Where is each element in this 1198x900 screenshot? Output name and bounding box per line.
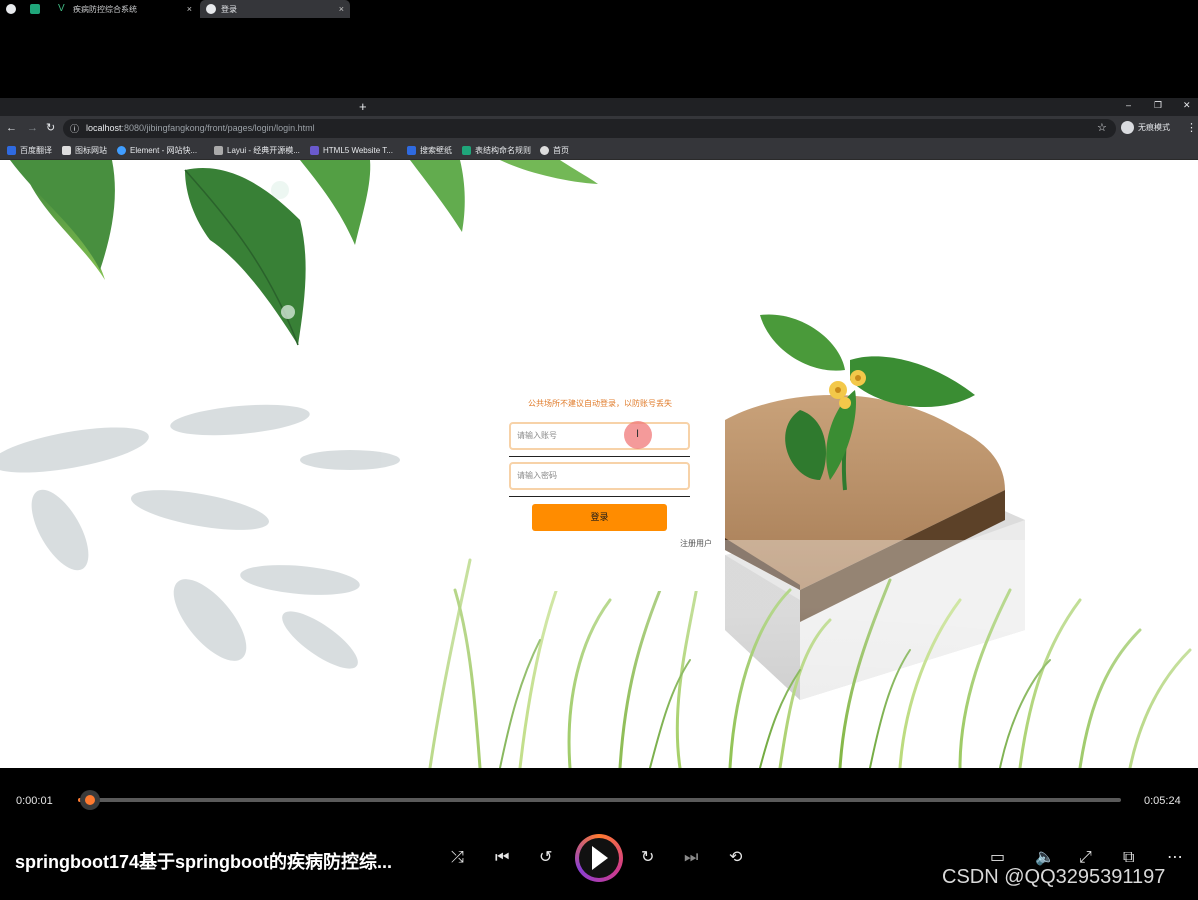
- bookmark-item[interactable]: 搜索壁纸: [407, 144, 452, 156]
- cursor-highlight: I: [624, 421, 652, 449]
- current-time: 0:00:01: [16, 795, 53, 807]
- play-button[interactable]: [575, 834, 623, 882]
- seek-track[interactable]: [78, 798, 1121, 802]
- top-leaves: [10, 160, 598, 346]
- text-cursor-icon: I: [636, 428, 640, 440]
- bookmark-star-icon[interactable]: ☆: [1097, 121, 1107, 134]
- bookmark-icon: [7, 145, 16, 155]
- more-icon[interactable]: ⋯: [1167, 849, 1183, 867]
- bookmark-icon: [214, 145, 223, 155]
- next-icon[interactable]: ⏭: [684, 849, 698, 867]
- incognito-indicator[interactable]: 无痕模式: [1121, 121, 1170, 134]
- bookmark-item[interactable]: HTML5 Website T...: [310, 144, 393, 156]
- subtitles-icon[interactable]: ▭: [990, 849, 1005, 867]
- forward-30-icon[interactable]: ↻: [641, 849, 654, 867]
- bookmark-item[interactable]: 首页: [540, 144, 569, 156]
- repeat-icon[interactable]: ⟲: [729, 849, 742, 867]
- login-button[interactable]: 登录: [532, 504, 667, 531]
- incognito-icon: [1121, 121, 1134, 134]
- account-input[interactable]: 请输入账号: [509, 422, 690, 450]
- bookmark-icon: [540, 145, 549, 155]
- login-notice: 公共场所不建议自动登录，以防账号丢失: [528, 399, 672, 408]
- globe-icon: [6, 4, 16, 14]
- password-input[interactable]: 请输入密码: [509, 462, 690, 490]
- vue-icon: V: [58, 3, 65, 14]
- bookmark-icon: [117, 145, 126, 155]
- bookmark-icon: [407, 145, 416, 155]
- close-window-button[interactable]: ✕: [1183, 98, 1191, 112]
- tab-login[interactable]: 登录 ×: [200, 0, 350, 18]
- close-icon[interactable]: ×: [339, 4, 344, 14]
- login-card: 公共场所不建议自动登录，以防账号丢失 请输入账号 请输入密码 登录 注册用户 I: [476, 388, 724, 591]
- bookmark-item[interactable]: 百度翻译: [7, 144, 52, 156]
- browser-tab-bar: [0, 98, 1198, 116]
- divider: [509, 456, 690, 457]
- play-icon: [592, 846, 608, 870]
- browser-menu-icon[interactable]: ⋮: [1186, 121, 1197, 134]
- back-icon[interactable]: ←: [6, 121, 17, 135]
- page-viewport: 公共场所不建议自动登录，以防账号丢失 请输入账号 请输入密码 登录 注册用户 I: [0, 160, 1198, 768]
- previous-icon[interactable]: ⏮: [495, 849, 509, 867]
- new-tab-button[interactable]: +: [359, 100, 367, 113]
- url-text[interactable]: localhost:8080/jibingfangkong/front/page…: [86, 123, 315, 133]
- fullscreen-icon[interactable]: ⤢: [1079, 849, 1092, 867]
- reload-icon[interactable]: ↻: [46, 121, 55, 135]
- tab-pinned-2[interactable]: [24, 0, 50, 18]
- bookmark-icon: [462, 145, 471, 155]
- divider: [509, 496, 690, 497]
- bookmark-icon: [62, 145, 71, 155]
- info-icon[interactable]: ⓘ: [70, 122, 79, 136]
- tab-label: 疾病防控综合系统: [73, 4, 137, 14]
- bookmark-item[interactable]: 图标网站: [62, 144, 107, 156]
- tab-disease-system[interactable]: V 疾病防控综合系统 ×: [52, 0, 198, 18]
- maximize-button[interactable]: ❐: [1154, 98, 1162, 112]
- volume-icon[interactable]: 🔈: [1035, 849, 1055, 867]
- video-title: springboot174基于springboot的疾病防控综...: [15, 852, 392, 872]
- close-icon[interactable]: ×: [187, 4, 192, 14]
- miniplayer-icon[interactable]: ⧉: [1123, 849, 1134, 867]
- rewind-10-icon[interactable]: ↺: [539, 849, 552, 867]
- tab-label: 登录: [221, 4, 237, 14]
- minimize-button[interactable]: –: [1126, 98, 1131, 112]
- watermark: CSDN @QQ3295391197: [942, 866, 1166, 888]
- total-time: 0:05:24: [1144, 795, 1181, 807]
- tab-pinned-1[interactable]: [0, 0, 22, 18]
- register-link[interactable]: 注册用户: [680, 538, 712, 549]
- seek-handle[interactable]: [80, 790, 100, 810]
- shadow-leaves: [0, 404, 400, 669]
- app-icon: [30, 4, 40, 14]
- bookmark-icon: [310, 145, 319, 155]
- forward-icon[interactable]: →: [27, 121, 38, 135]
- bookmark-item[interactable]: 表结构命名规则: [462, 144, 531, 156]
- bookmark-item[interactable]: Layui - 经典开源模...: [214, 144, 300, 156]
- shuffle-icon[interactable]: ⤮: [451, 849, 464, 867]
- bookmark-item[interactable]: Element - 网站快...: [117, 144, 197, 156]
- globe-icon: [206, 4, 216, 14]
